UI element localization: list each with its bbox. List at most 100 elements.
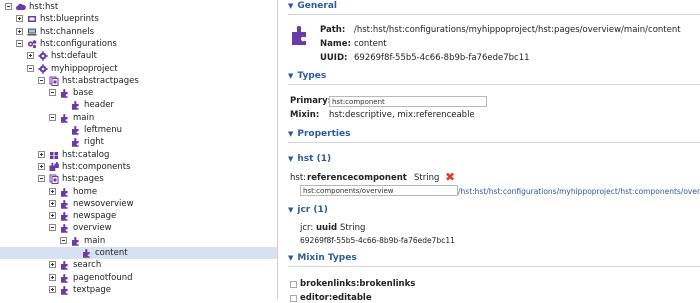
component-icon <box>71 137 81 147</box>
hst-prop-prefix: hst: <box>290 173 307 183</box>
tree-node-newspage[interactable]: newspage <box>0 210 277 222</box>
expand-toggle-icon[interactable] <box>49 212 56 220</box>
hst-group-header[interactable]: ▼ hst (1) <box>288 154 331 164</box>
expand-toggle-icon[interactable] <box>49 199 56 207</box>
tree-node-overview[interactable]: overview <box>0 222 277 234</box>
tree-node-label: hst:pages <box>62 174 104 185</box>
tree-node-hst-pages[interactable]: hst:pages <box>0 173 277 185</box>
hst-prop-link[interactable]: /hst:hst/hst:configurations/myhippoproje… <box>458 187 700 196</box>
expand-toggle-icon[interactable] <box>49 273 56 281</box>
tree-node-content[interactable]: content <box>0 247 277 259</box>
tree-node-label: search <box>73 260 102 271</box>
collapse-toggle-icon[interactable] <box>27 64 34 72</box>
collapse-toggle-icon[interactable] <box>5 3 12 10</box>
component-icon <box>60 199 70 209</box>
tree-node-label: main <box>73 112 95 123</box>
general-section-header[interactable]: ▼ General <box>288 0 700 15</box>
tree-node-search[interactable]: search <box>0 259 277 271</box>
uuid-value: 69269f8f-55b5-4c66-8b9b-fa76ede7bc11 <box>354 53 530 63</box>
expand-toggle-icon[interactable] <box>16 15 23 23</box>
jcr-group-header[interactable]: ▼ jcr (1) <box>288 205 328 215</box>
components-icon <box>49 161 59 172</box>
collapse-arrow-icon: ▼ <box>288 130 294 138</box>
expand-toggle-icon[interactable] <box>49 285 56 293</box>
channel-icon <box>27 27 37 37</box>
tree-node-label: hst:channels <box>40 26 95 37</box>
tree-node-hst-components[interactable]: hst:components <box>0 161 277 173</box>
tree-node-hst-catalog[interactable]: hst:catalog <box>0 149 277 161</box>
collapse-toggle-icon[interactable] <box>16 39 23 47</box>
tree-node-main[interactable]: main <box>0 112 277 124</box>
tree-node-label: hst:configurations <box>40 38 117 49</box>
collapse-arrow-icon: ▼ <box>288 254 294 262</box>
tree-node-label: leftmenu <box>84 125 123 135</box>
gear-icon <box>38 63 48 74</box>
tree-node-leftmenu[interactable]: leftmenu <box>0 124 277 136</box>
tree-node-label: right <box>84 137 104 148</box>
tree-node-base[interactable]: base <box>0 87 277 99</box>
tree-node-label: newsoverview <box>73 198 134 209</box>
node-tree: hst:hst hst:blueprints hst:channels hst:con… <box>0 0 278 299</box>
mixin-types-section-header[interactable]: ▼ Mixin Types <box>288 252 700 267</box>
collapse-toggle-icon[interactable] <box>49 224 56 232</box>
tree-node-hst-abstractpages[interactable]: hst:abstractpages <box>0 75 277 87</box>
tree-node-label: content <box>95 248 128 258</box>
mixin-value: hst:descriptive, mix:referenceable <box>329 110 475 120</box>
collapse-toggle-icon[interactable] <box>49 89 56 97</box>
tree-node-label: main <box>84 235 106 246</box>
component-icon <box>60 260 70 270</box>
expand-toggle-icon[interactable] <box>38 150 45 158</box>
tree-node-label: base <box>73 88 94 99</box>
properties-title: Properties <box>297 129 351 139</box>
pages-icon <box>49 76 59 86</box>
tree-node-label: pagenotfound <box>73 272 133 283</box>
expand-toggle-icon[interactable] <box>27 52 34 60</box>
tree-node-hst-configurations[interactable]: hst:configurations <box>0 38 277 50</box>
jcr-prop-value: 69269f8f-55b5-4c66-8b9b-fa76ede7bc11 <box>300 236 455 245</box>
hst-prop-value-field[interactable]: hst:components/overview <box>300 185 458 196</box>
tree-node-hst-hst[interactable]: hst:hst <box>0 1 277 13</box>
component-large-icon <box>292 25 306 45</box>
tree-node-hst-blueprints[interactable]: hst:blueprints <box>0 13 277 25</box>
tree-node-label: hst:catalog <box>62 149 110 160</box>
component-icon <box>60 285 70 295</box>
primary-type-field[interactable]: hst:component <box>329 96 487 107</box>
collapse-arrow-icon: ▼ <box>288 2 294 10</box>
expand-toggle-icon[interactable] <box>38 162 45 170</box>
types-section-header[interactable]: ▼ Types <box>288 70 700 85</box>
tree-node-pagenotfound[interactable]: pagenotfound <box>0 272 277 284</box>
mixin-checkbox-brokenlinks[interactable] <box>290 281 297 288</box>
jcr-prop-name: uuid <box>316 223 338 233</box>
tree-node-home[interactable]: home <box>0 186 277 198</box>
hst-prop-type: String <box>414 173 440 183</box>
hst-prop-name: referencecomponent <box>307 173 407 183</box>
mixin-item-editable: editor:editable <box>300 293 372 303</box>
collapse-toggle-icon[interactable] <box>38 175 45 183</box>
expand-toggle-icon[interactable] <box>16 27 23 35</box>
delete-property-icon[interactable]: ✖ <box>445 170 455 184</box>
collapse-toggle-icon[interactable] <box>49 113 56 121</box>
tree-node-newsoverview[interactable]: newsoverview <box>0 198 277 210</box>
tree-node-myhippoproject[interactable]: myhippoproject <box>0 63 277 75</box>
tree-node-label: home <box>73 186 98 197</box>
tree-node-header[interactable]: header <box>0 99 277 111</box>
expand-toggle-icon[interactable] <box>49 261 56 269</box>
collapse-toggle-icon[interactable] <box>60 236 67 244</box>
component-icon <box>60 273 70 283</box>
collapse-arrow-icon: ▼ <box>288 206 294 214</box>
component-icon <box>71 125 81 135</box>
config-icon <box>27 39 37 49</box>
properties-section-header[interactable]: ▼ Properties <box>288 128 700 143</box>
tree-node-hst-default[interactable]: hst:default <box>0 50 277 62</box>
types-title: Types <box>297 71 327 81</box>
tree-node-label: overview <box>73 223 112 234</box>
collapse-toggle-icon[interactable] <box>38 76 45 84</box>
tree-node-main[interactable]: main <box>0 235 277 247</box>
tree-node-right[interactable]: right <box>0 136 277 148</box>
tree-node-textpage[interactable]: textpage <box>0 284 277 296</box>
tree-node-label: hst:default <box>51 51 97 62</box>
tree-node-hst-channels[interactable]: hst:channels <box>0 26 277 38</box>
jcr-group-title: jcr (1) <box>297 205 328 215</box>
node-properties-panel: ▼ General Path: /hst:hst/hst:configuratio… <box>278 0 700 303</box>
expand-toggle-icon[interactable] <box>49 187 56 195</box>
